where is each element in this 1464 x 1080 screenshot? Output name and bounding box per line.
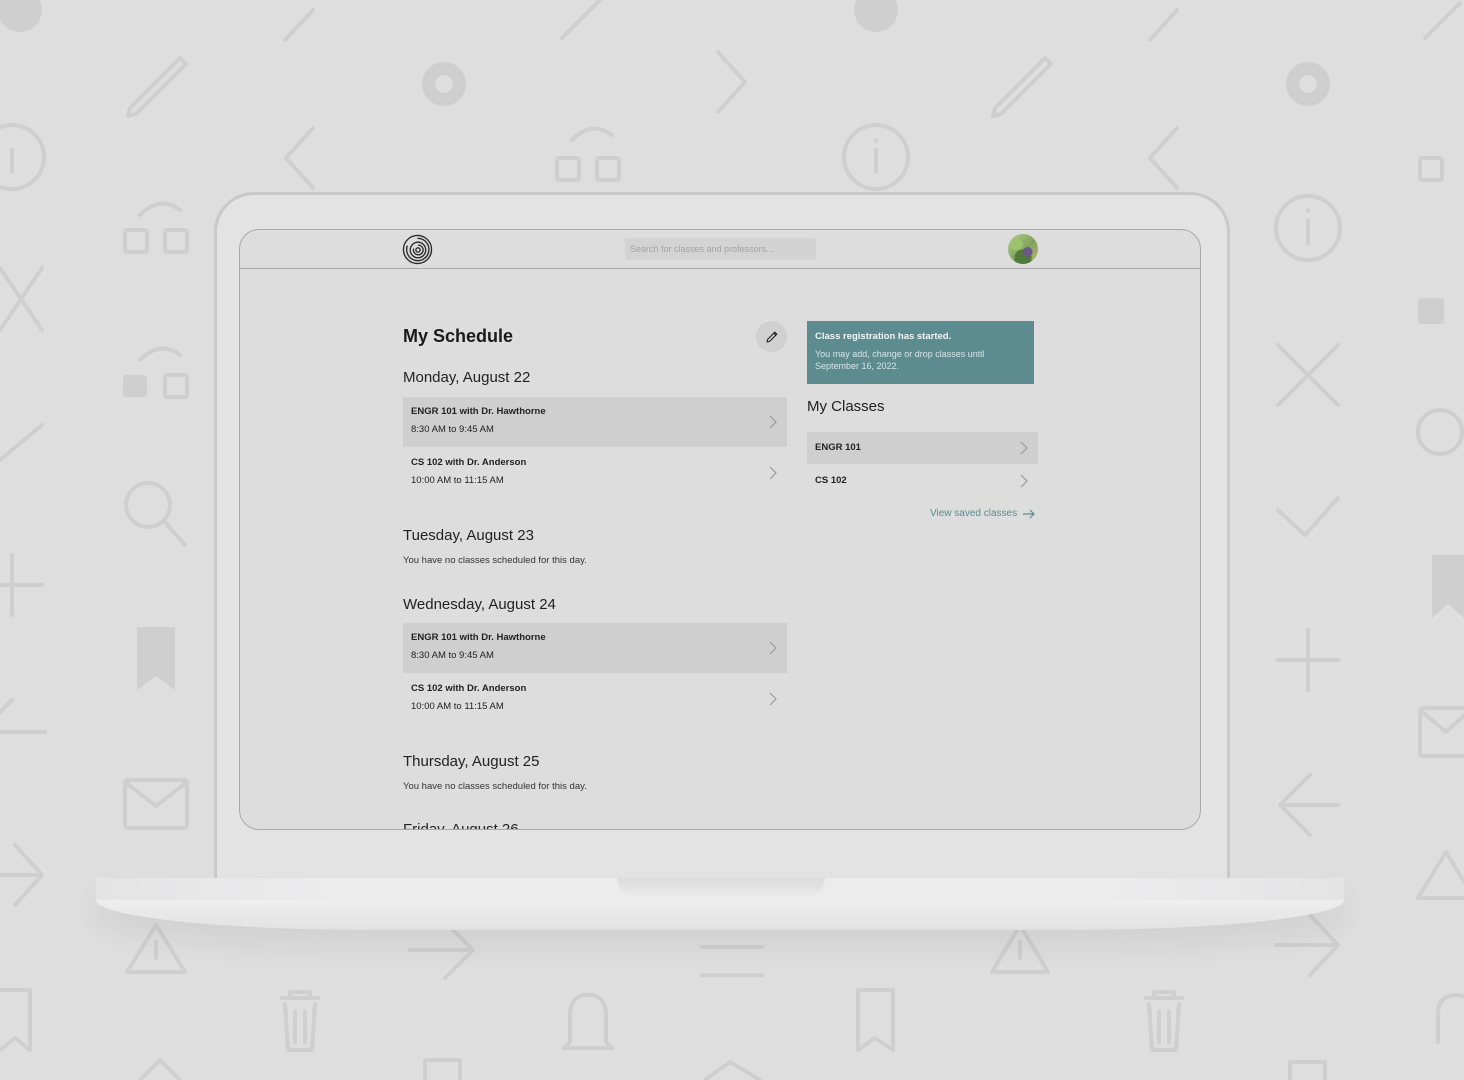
class-time: 8:30 AM to 9:45 AM xyxy=(411,424,494,435)
chevron-right-icon xyxy=(769,466,777,480)
pencil-icon xyxy=(765,331,777,343)
notice-body: You may add, change or drop classes unti… xyxy=(815,349,985,371)
chevron-right-icon xyxy=(769,415,777,429)
user-avatar[interactable] xyxy=(1008,234,1038,264)
search-input[interactable] xyxy=(625,238,816,260)
class-time: 10:00 AM to 11:15 AM xyxy=(411,701,504,712)
app-header xyxy=(240,230,1200,269)
my-class-label: ENGR 101 xyxy=(815,442,861,453)
day-heading-wednesday: Wednesday, August 24 xyxy=(403,596,556,613)
my-class-item-cs102[interactable]: CS 102 xyxy=(807,465,1038,497)
page-title: My Schedule xyxy=(403,326,514,346)
class-name: CS 102 with Dr. Anderson xyxy=(411,457,527,468)
spiral-logo-icon[interactable] xyxy=(402,234,433,265)
my-class-item-engr101[interactable]: ENGR 101 xyxy=(807,432,1038,464)
day-heading-friday: Friday, August 26 xyxy=(403,821,519,830)
class-time: 10:00 AM to 11:15 AM xyxy=(411,475,504,486)
chevron-right-icon xyxy=(769,641,777,655)
no-classes-text: You have no classes scheduled for this d… xyxy=(403,555,587,566)
class-row-cs102-wednesday[interactable]: CS 102 with Dr. Anderson 10:00 AM to 11:… xyxy=(403,674,787,724)
chevron-right-icon xyxy=(1020,474,1028,488)
edit-schedule-button[interactable] xyxy=(756,321,787,352)
class-row-engr101-monday[interactable]: ENGR 101 with Dr. Hawthorne 8:30 AM to 9… xyxy=(403,397,787,447)
class-name: CS 102 with Dr. Anderson xyxy=(411,683,527,694)
my-class-label: CS 102 xyxy=(815,475,847,486)
view-saved-label: View saved classes xyxy=(930,508,1018,519)
chevron-right-icon xyxy=(1020,441,1028,455)
registration-notice: Class registration has started. You may … xyxy=(807,321,1034,384)
arrow-right-icon xyxy=(1023,509,1035,518)
my-classes-title: My Classes xyxy=(807,398,885,415)
day-heading-thursday: Thursday, August 25 xyxy=(403,753,540,770)
chevron-right-icon xyxy=(769,692,777,706)
no-classes-text: You have no classes scheduled for this d… xyxy=(403,781,587,792)
class-time: 8:30 AM to 9:45 AM xyxy=(411,650,494,661)
class-row-engr101-wednesday[interactable]: ENGR 101 with Dr. Hawthorne 8:30 AM to 9… xyxy=(403,623,787,673)
notice-title: Class registration has started. xyxy=(815,331,952,342)
day-heading-monday: Monday, August 22 xyxy=(403,369,531,386)
class-name: ENGR 101 with Dr. Hawthorne xyxy=(411,632,546,643)
day-heading-tuesday: Tuesday, August 23 xyxy=(403,527,534,544)
class-name: ENGR 101 with Dr. Hawthorne xyxy=(411,406,546,417)
class-row-cs102-monday[interactable]: CS 102 with Dr. Anderson 10:00 AM to 11:… xyxy=(403,448,787,498)
laptop-notch xyxy=(617,878,825,896)
app-screen: My Schedule Monday, August 22 ENGR 101 w… xyxy=(239,229,1201,830)
view-saved-classes-link[interactable]: View saved classes xyxy=(930,508,1036,519)
